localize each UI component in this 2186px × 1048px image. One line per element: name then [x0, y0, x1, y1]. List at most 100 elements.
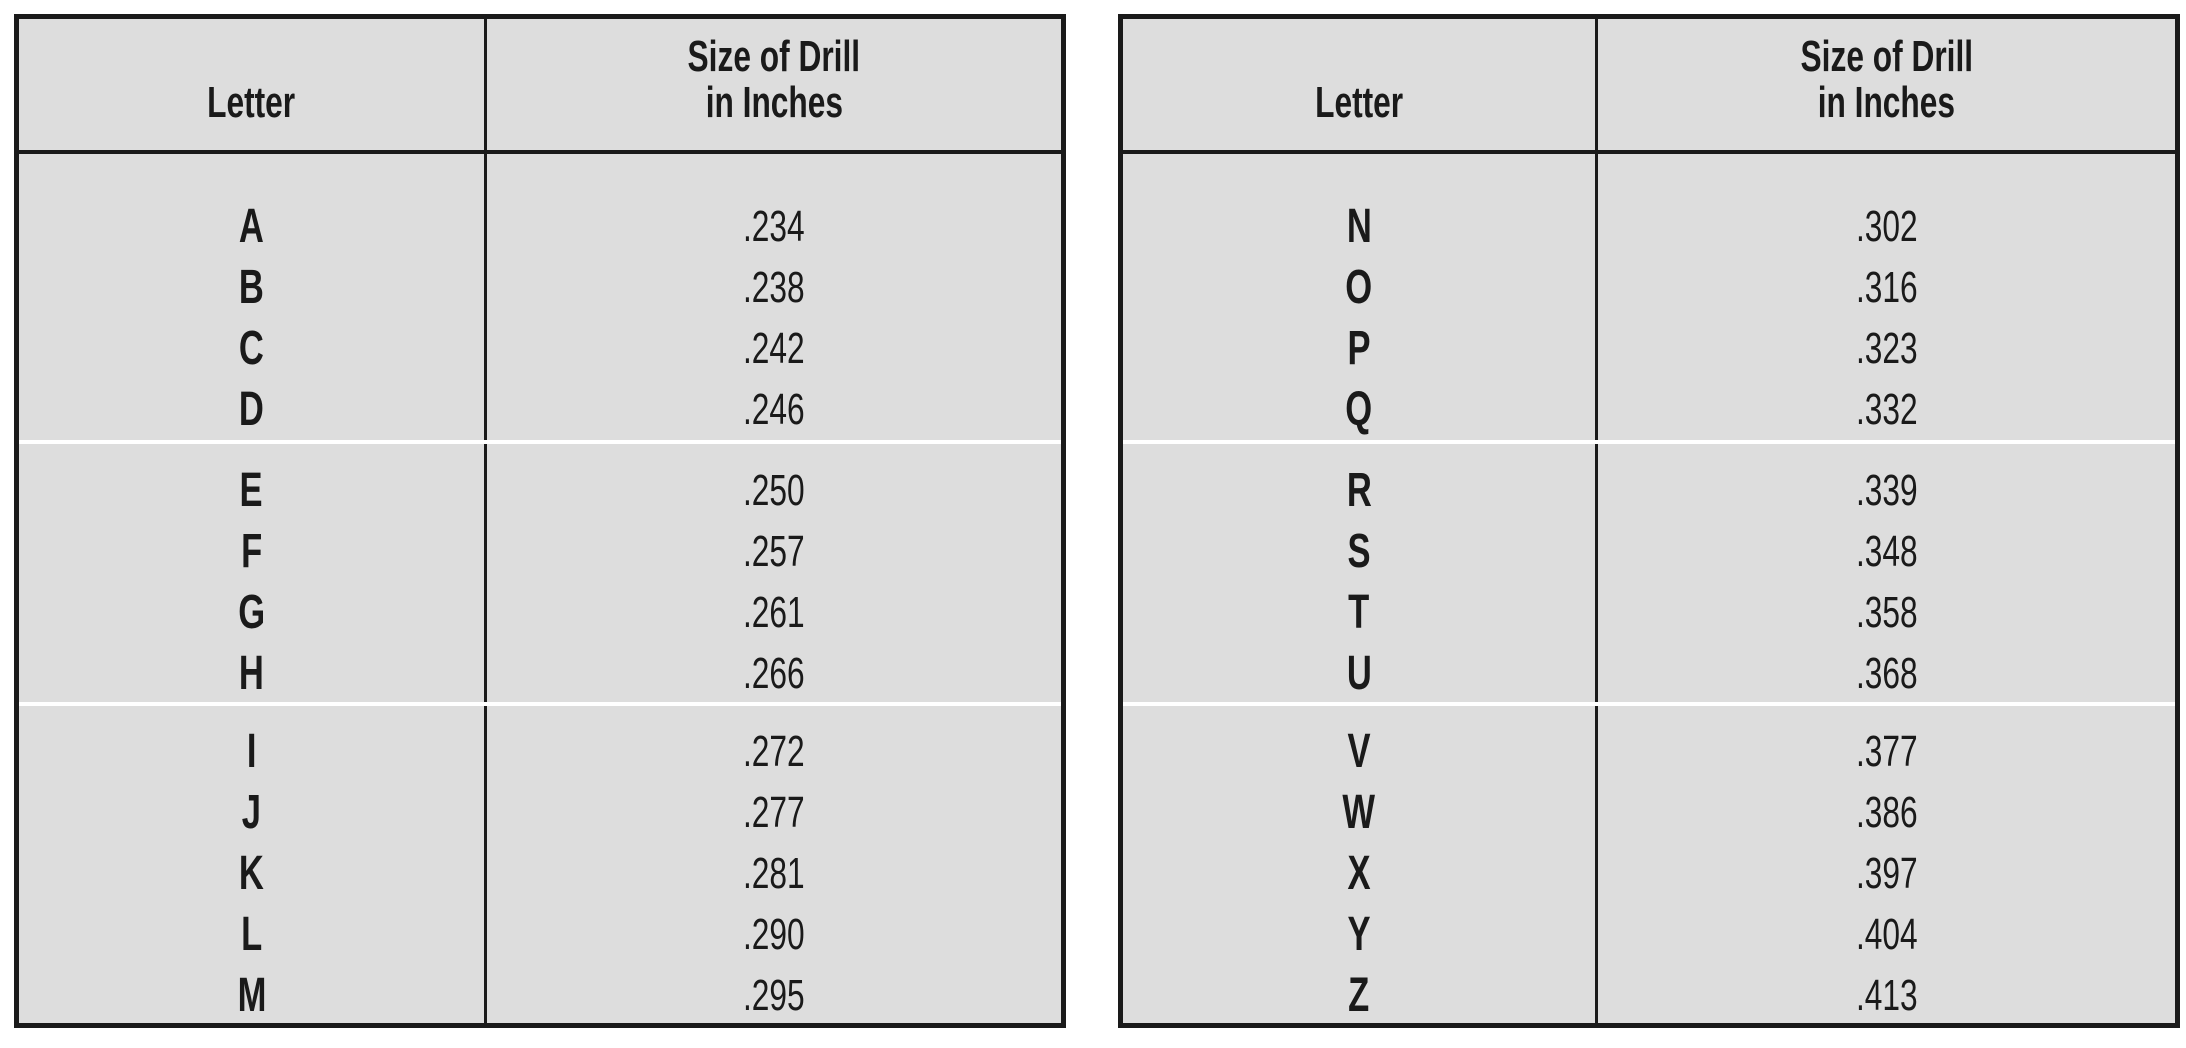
- size-cell: .234: [487, 196, 1061, 257]
- size-cell-text: .413: [1855, 971, 1918, 1020]
- letter-cell-text: W: [1342, 786, 1376, 839]
- letter-cell: P: [1123, 318, 1595, 379]
- size-cell-text: .377: [1855, 727, 1918, 776]
- letter-cell-text: V: [1347, 725, 1371, 778]
- group-separator: [1123, 440, 2175, 444]
- group-separator: [19, 440, 1061, 444]
- size-cell: .290: [487, 904, 1061, 965]
- size-cell: .348: [1598, 521, 2175, 582]
- size-cell-text: .348: [1855, 527, 1918, 576]
- letter-cell-text: J: [241, 786, 262, 839]
- size-cell-text: .397: [1855, 849, 1918, 898]
- size-cell-text: .272: [743, 727, 805, 776]
- letter-cell-text: M: [237, 969, 266, 1022]
- letter-cell: A: [19, 196, 484, 257]
- header-letter: Letter: [1123, 79, 1595, 127]
- letter-cell-text: P: [1347, 322, 1371, 375]
- letter-cell: B: [19, 257, 484, 318]
- letter-cell: H: [19, 643, 484, 704]
- letter-cell-text: E: [239, 464, 264, 517]
- size-cell: .277: [487, 782, 1061, 843]
- header-letter-text: Letter: [207, 78, 296, 127]
- size-cell-text: .250: [743, 466, 805, 515]
- letter-cell: V: [1123, 721, 1595, 782]
- size-cell-text: .281: [743, 849, 805, 898]
- size-cell: .358: [1598, 582, 2175, 643]
- size-cell-text: .290: [743, 910, 805, 959]
- letter-cell: E: [19, 460, 484, 521]
- letter-cell-text: I: [246, 725, 257, 778]
- size-cell-text: .368: [1855, 649, 1918, 698]
- size-cell: .302: [1598, 196, 2175, 257]
- size-cell: .404: [1598, 904, 2175, 965]
- size-cell-text: .316: [1855, 263, 1918, 312]
- letter-cell-text: S: [1347, 525, 1371, 578]
- header-letter: Letter: [19, 79, 484, 127]
- letter-cell: T: [1123, 582, 1595, 643]
- size-cell: .281: [487, 843, 1061, 904]
- letter-cell-text: B: [239, 261, 264, 314]
- letter-cell: F: [19, 521, 484, 582]
- letter-cell-text: H: [239, 647, 264, 700]
- letter-cell: G: [19, 582, 484, 643]
- letter-cell: C: [19, 318, 484, 379]
- size-cell: .377: [1598, 721, 2175, 782]
- size-cell: .332: [1598, 379, 2175, 440]
- drill-size-table-left: Letter Size of Drill in Inches A .234 B .238 C.…: [14, 14, 1066, 1028]
- header-divider: [19, 150, 1061, 154]
- size-cell-text: .242: [743, 324, 805, 373]
- header-size-line2: in Inches: [487, 79, 1061, 127]
- letter-cell-text: X: [1347, 847, 1371, 900]
- size-cell: .386: [1598, 782, 2175, 843]
- letter-cell-text: C: [239, 322, 264, 375]
- size-cell: .413: [1598, 965, 2175, 1026]
- letter-cell-text: Q: [1345, 383, 1373, 436]
- letter-cell-text: T: [1348, 586, 1370, 639]
- size-cell: .250: [487, 460, 1061, 521]
- header-letter-text: Letter: [1314, 78, 1404, 127]
- header-divider: [1123, 150, 2175, 154]
- size-cell: .323: [1598, 318, 2175, 379]
- letter-cell-text: G: [238, 586, 265, 639]
- letter-cell-text: D: [239, 383, 264, 436]
- size-cell-text: .339: [1855, 466, 1918, 515]
- letter-cell-text: Y: [1347, 908, 1371, 961]
- letter-cell: X: [1123, 843, 1595, 904]
- size-cell: .261: [487, 582, 1061, 643]
- size-cell-text: .246: [743, 385, 805, 434]
- letter-cell: I: [19, 721, 484, 782]
- size-cell: .316: [1598, 257, 2175, 318]
- header-size-line1: Size of Drill: [1598, 33, 2175, 81]
- letter-cell: S: [1123, 521, 1595, 582]
- letter-cell: Q: [1123, 379, 1595, 440]
- size-cell-text: .238: [743, 263, 805, 312]
- letter-cell-text: U: [1346, 647, 1372, 700]
- letter-cell: K: [19, 843, 484, 904]
- header-size-line1-text: Size of Drill: [1800, 32, 1973, 81]
- letter-cell: U: [1123, 643, 1595, 704]
- size-cell: .246: [487, 379, 1061, 440]
- header-size-line1-text: Size of Drill: [687, 32, 861, 81]
- size-cell: .257: [487, 521, 1061, 582]
- letter-cell: W: [1123, 782, 1595, 843]
- size-cell-text: .386: [1855, 788, 1918, 837]
- letter-cell: D: [19, 379, 484, 440]
- size-cell: .397: [1598, 843, 2175, 904]
- letter-cell-text: R: [1346, 464, 1372, 517]
- size-cell: .272: [487, 721, 1061, 782]
- drill-size-table-right: Letter Size of Drill in Inches N .302 O .316 P.…: [1118, 14, 2180, 1028]
- size-cell-text: .295: [743, 971, 805, 1020]
- letter-cell-text: F: [240, 525, 263, 578]
- header-size-line1: Size of Drill: [487, 33, 1061, 81]
- header-size-line2: in Inches: [1598, 79, 2175, 127]
- letter-cell-text: K: [239, 847, 264, 900]
- letter-cell-text: A: [239, 200, 264, 253]
- size-cell: .295: [487, 965, 1061, 1026]
- size-cell-text: .257: [743, 527, 805, 576]
- size-cell: .238: [487, 257, 1061, 318]
- letter-cell: M: [19, 965, 484, 1026]
- size-cell-text: .332: [1855, 385, 1918, 434]
- size-cell-text: .323: [1855, 324, 1918, 373]
- letter-cell: L: [19, 904, 484, 965]
- letter-cell-text: Z: [1348, 969, 1370, 1022]
